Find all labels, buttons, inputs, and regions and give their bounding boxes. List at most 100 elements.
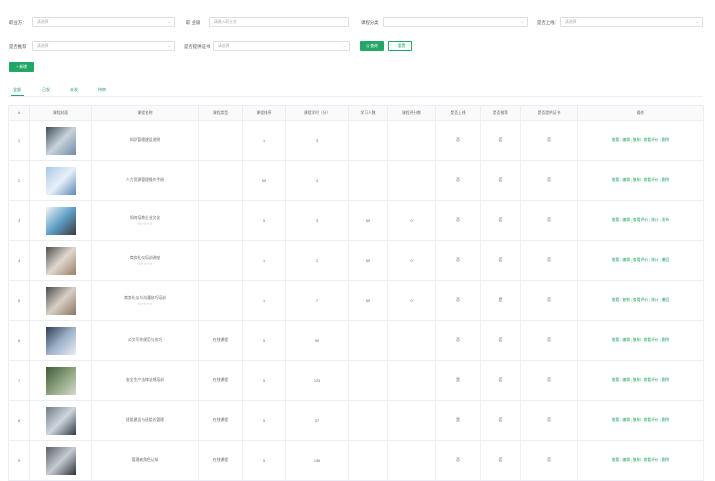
course-learners: 69 [348,280,388,321]
row-actions: 查看|复制|查看评价|统计|撤回 [577,280,704,321]
cert-select[interactable]: 请选择 ⌄ [213,41,350,51]
course-name-cell: 商务礼仪与沟通技巧培训 ☆☆☆☆☆ [91,280,199,321]
row-action-link[interactable]: 删除 [662,458,670,462]
rating-stars-icon: ☆☆☆☆☆ [137,221,153,226]
row-index: 2 [8,160,30,201]
row-action-link[interactable]: 查看评价 [644,458,659,462]
row-action-link[interactable]: 复制 [633,458,641,462]
filter-label-provider: 职业方： [9,20,27,25]
course-cover-image [45,366,76,395]
recommend-select[interactable]: 请选择 ⌄ [32,41,175,51]
course-cert: 否 [520,360,578,401]
row-index: 1 [8,120,30,161]
add-button[interactable]: + 新增 [9,62,34,72]
row-action-link[interactable]: 删除 [662,418,670,422]
row-action-link[interactable]: 发布 [662,218,670,222]
course-cert: 否 [520,280,578,321]
table-row: 3 如何培养企业文化 ☆☆☆☆☆ 5 3 65 0 否否否查看|编辑|查看评价|统计|发布 [8,200,704,241]
course-name: 管理者角色认知 [131,458,159,462]
course-cover [29,120,92,161]
course-type [198,160,243,201]
row-action-link[interactable]: 编辑 [622,218,630,222]
row-index: 3 [8,200,30,241]
row-action-link[interactable]: 查看评价 [633,298,648,302]
table-header-row: # 课程封面 课程名称 课程类型 课程排序 课程学时（分） 学习人数 课程评分数 是否上线 是否推… [8,105,704,121]
course-type [198,120,243,161]
course-recommend: 是 [480,280,521,321]
row-action-link[interactable]: 查看评价 [644,338,659,342]
row-action-link[interactable]: 复制 [633,138,641,142]
filter-label-category: 课程分类 [361,20,379,25]
course-recommend: 否 [480,240,521,281]
rating-stars-icon: ☆☆☆☆☆ [137,301,153,306]
row-action-link[interactable]: 编辑 [622,458,630,462]
table-row: 9 管理者角色认知 在线课程 5 136 否否否查看|编辑|复制|查看评价|删除 [8,440,704,481]
row-action-link[interactable]: 查看评价 [644,418,659,422]
row-action-link[interactable]: 删除 [662,178,670,182]
tab-published[interactable]: 已发 [42,87,50,93]
row-action-link[interactable]: 编辑 [622,378,630,382]
course-hours: 2 [285,240,349,281]
course-learners [348,440,388,481]
provider-select[interactable]: 请选择 ⌄ [32,17,175,27]
row-action-link[interactable]: 统计 [651,218,659,222]
row-action-link[interactable]: 查看评价 [644,138,659,142]
row-action-link[interactable]: 查看评价 [644,178,659,182]
row-action-link[interactable]: 撤回 [662,298,670,302]
row-action-link[interactable]: 统计 [651,298,659,302]
row-action-link[interactable]: 编辑 [622,258,630,262]
row-action-link[interactable]: 查看评价 [633,218,648,222]
row-action-link[interactable]: 删除 [662,138,670,142]
row-action-link[interactable]: 复制 [633,338,641,342]
row-action-link[interactable]: 查看评价 [644,378,659,382]
row-action-link[interactable]: 复制 [633,178,641,182]
row-action-link[interactable]: 编辑 [622,138,630,142]
reset-button[interactable]: ◌ 重置 [388,41,412,51]
course-cover [29,400,92,441]
row-action-link[interactable]: 删除 [662,378,670,382]
course-sort: 1 [242,240,286,281]
filter-label-recommend: 是否推荐 [9,44,27,49]
row-actions: 查看|编辑|复制|查看评价|删除 [577,320,704,361]
row-action-link[interactable]: 编辑 [622,338,630,342]
course-recommend: 否 [480,200,521,241]
row-action-link[interactable]: 复制 [622,298,630,302]
course-recommend: 否 [480,120,521,161]
course-learners [348,360,388,401]
row-action-link[interactable]: 编辑 [622,178,630,182]
course-hours: 4 [285,160,349,201]
search-button[interactable]: Q 查询 [360,41,384,51]
course-type: 在线课程 [198,440,243,481]
row-action-link[interactable]: 撤回 [662,258,670,262]
category-select[interactable]: ⌄ [383,17,528,27]
course-cert: 否 [520,240,578,281]
course-name-placeholder: 请输入职业名 [214,20,237,24]
table-row: 8 班组建设与班组长管理 在线课程 5 37 是否否查看|编辑|复制|查看评价|删除 [8,400,704,441]
course-learners [348,320,388,361]
filter-label-name: 职 业级 [186,20,201,25]
course-online: 否 [435,120,481,161]
row-action-link[interactable]: 删除 [662,338,670,342]
course-cover [29,440,92,481]
course-score: 0 [387,200,436,241]
course-score: 0 [387,280,436,321]
course-name: 班组建设与班组长管理 [126,418,164,422]
row-action-link[interactable]: 查看评价 [633,258,648,262]
column-header: 课程类型 [198,105,243,121]
row-actions: 查看|编辑|复制|查看评价|删除 [577,360,704,401]
row-index: 8 [8,400,30,441]
course-score [387,320,436,361]
online-select[interactable]: 请选择 ⌄ [560,17,703,27]
row-action-link[interactable]: 统计 [651,258,659,262]
tab-all[interactable]: 全部 [13,87,21,93]
course-name: 商务礼仪培训讲座 [129,255,161,260]
table-row: 5 商务礼仪与沟通技巧培训 ☆☆☆☆☆ 1 7 69 0 否是否查看|复制|查看评价|统计|撤… [8,280,704,321]
row-action-link[interactable]: 复制 [633,418,641,422]
course-name-input[interactable]: 请输入职业名 [209,17,349,27]
course-name-cell: 人力资源管理操作手册 [91,160,199,201]
tab-unpublished[interactable]: 未发 [70,87,78,93]
row-action-link[interactable]: 编辑 [622,418,630,422]
course-recommend: 否 [480,400,521,441]
tab-pending[interactable]: 待审 [98,87,106,93]
row-action-link[interactable]: 复制 [633,378,641,382]
